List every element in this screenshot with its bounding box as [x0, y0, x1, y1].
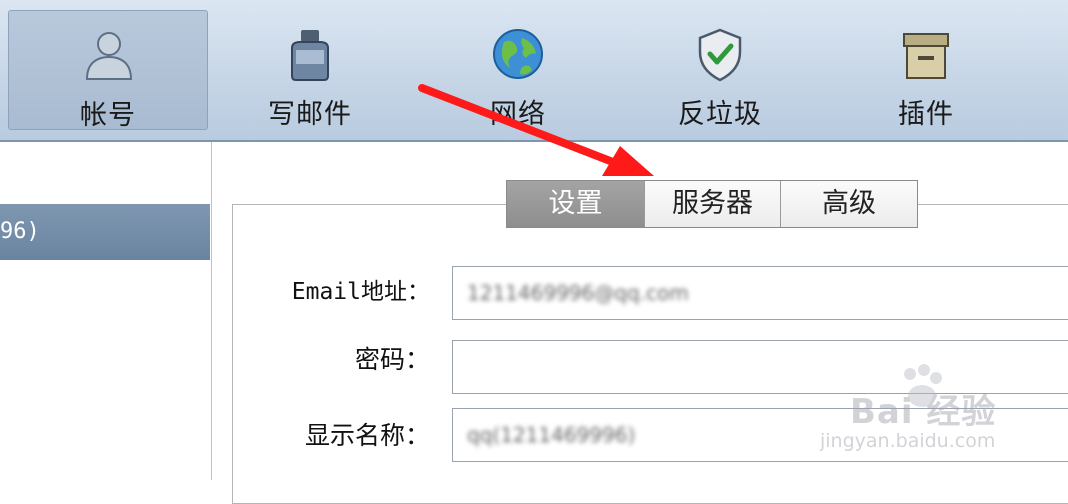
toolbar-network-button[interactable]: 网络 [418, 10, 618, 130]
email-value: 1211469996@qq.com [467, 281, 689, 305]
shield-check-icon [698, 28, 742, 82]
display-name-label: 显示名称： [304, 421, 430, 450]
toolbar-account-button[interactable]: 帐号 [8, 10, 208, 131]
account-list-item-selected[interactable]: 96) [0, 204, 210, 260]
settings-tabs: 设置 服务器 高级 [506, 180, 918, 228]
display-name-value: qq(1211469996) [467, 423, 636, 447]
account-list-panel: 96) [0, 142, 212, 480]
tab-server[interactable]: 服务器 [645, 181, 781, 227]
tab-settings[interactable]: 设置 [507, 181, 645, 227]
box-icon [903, 33, 949, 79]
tab-advanced[interactable]: 高级 [781, 181, 917, 227]
toolbar: 帐号 写邮件 网络 反垃圾 插件 [0, 0, 1068, 142]
toolbar-account-label: 帐号 [80, 100, 136, 131]
password-label: 密码： [354, 345, 430, 374]
toolbar-antispam-label: 反垃圾 [678, 99, 762, 130]
toolbar-antispam-button[interactable]: 反垃圾 [620, 10, 820, 130]
ink-bottle-icon [291, 30, 329, 81]
toolbar-compose-button[interactable]: 写邮件 [210, 10, 410, 130]
toolbar-plugins-label: 插件 [898, 99, 954, 130]
watermark-text: Bai 经验 [850, 392, 997, 432]
toolbar-network-label: 网络 [490, 99, 546, 130]
globe-icon [493, 29, 543, 79]
baidu-watermark: Bai 经验 jingyan.baidu.com [812, 362, 1022, 462]
toolbar-plugins-button[interactable]: 插件 [826, 10, 1026, 130]
email-field[interactable]: 1211469996@qq.com [452, 266, 1068, 320]
email-label: Email地址： [291, 279, 430, 305]
user-icon [85, 32, 133, 80]
watermark-url: jingyan.baidu.com [820, 430, 996, 452]
toolbar-compose-label: 写邮件 [268, 99, 352, 130]
